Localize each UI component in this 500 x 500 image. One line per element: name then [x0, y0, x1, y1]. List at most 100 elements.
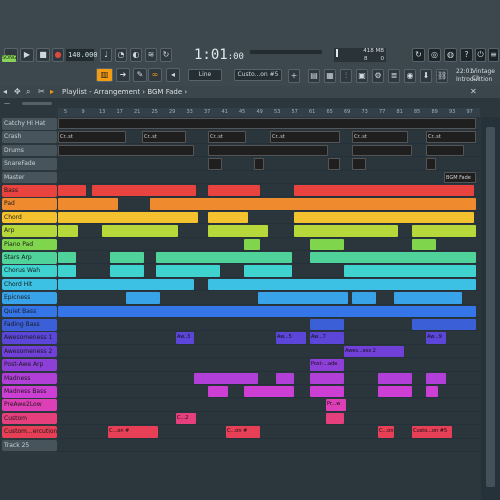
track-lane[interactable] — [58, 210, 480, 225]
track-label[interactable]: Awesomeness 2 — [2, 345, 57, 358]
breadcrumb[interactable]: BGM Fade — [147, 88, 182, 96]
pattern-clip[interactable] — [58, 278, 194, 291]
track-label[interactable]: PreAwe2Low — [2, 399, 57, 411]
record-audio-icon[interactable]: ◉ — [404, 69, 416, 83]
track-lane[interactable] — [58, 291, 480, 305]
browser-icon[interactable]: ▣ — [356, 69, 368, 83]
plus-icon[interactable]: + — [288, 69, 300, 83]
pattern-clip[interactable] — [352, 144, 412, 157]
pattern-clip[interactable] — [244, 372, 258, 384]
playlist-icon[interactable]: ≣ — [388, 69, 400, 83]
track-label[interactable]: Post-Awe Arp — [2, 359, 57, 371]
pattern-clip[interactable] — [378, 372, 412, 384]
pattern-clip[interactable] — [426, 158, 436, 170]
pattern-clip[interactable]: Aw...5 — [276, 332, 306, 344]
track-label[interactable]: Stars Arp — [2, 252, 57, 264]
link-chain-icon[interactable]: ⛓ — [436, 69, 448, 83]
track-label[interactable]: Catchy Hi Hat — [2, 118, 57, 130]
track-label[interactable]: Fading Bass — [2, 319, 57, 331]
track-lane[interactable] — [58, 277, 480, 292]
pattern-clip[interactable] — [102, 225, 178, 237]
pattern-clip[interactable]: Post-...ade — [310, 359, 344, 371]
close-icon[interactable]: ✕ — [470, 87, 477, 96]
pattern-clip[interactable] — [58, 305, 476, 317]
pattern-clip[interactable] — [310, 238, 344, 250]
track-lane[interactable]: Post-...ade — [58, 358, 480, 372]
track-label[interactable]: Epicness — [2, 292, 57, 304]
pattern-selector[interactable]: Custo...on #5 — [234, 69, 282, 81]
pattern-clip[interactable] — [156, 252, 292, 264]
track-label[interactable]: Crash — [2, 131, 57, 143]
pattern-clip[interactable] — [426, 372, 446, 384]
pattern-clip[interactable]: C...2 — [176, 412, 196, 425]
pattern-clip[interactable] — [258, 292, 348, 304]
pattern-clip[interactable] — [344, 265, 476, 277]
pattern-clip[interactable] — [126, 292, 160, 304]
pattern-clip[interactable] — [110, 265, 144, 277]
pattern-clip[interactable] — [378, 386, 412, 398]
track-lane[interactable]: Aw..3 Aw...5 Aw...7 Aw...9 — [58, 331, 480, 345]
track-lane[interactable] — [58, 117, 480, 131]
track-lane[interactable] — [58, 318, 480, 332]
pattern-clip[interactable] — [310, 386, 344, 398]
pattern-clip[interactable]: Awes...ess 2 — [344, 345, 404, 358]
arrow-icon[interactable]: ▸ — [50, 87, 54, 96]
pattern-clip[interactable] — [208, 185, 260, 197]
track-lane[interactable] — [58, 438, 480, 452]
snap-select[interactable]: Line — [188, 69, 222, 81]
pattern-clip[interactable]: Cr..st — [426, 131, 476, 143]
track-lane[interactable] — [58, 197, 480, 211]
pattern-clip[interactable] — [58, 185, 86, 197]
track-label[interactable]: Chord — [2, 211, 57, 224]
slice-icon[interactable]: ✂ — [38, 87, 45, 96]
track-lane[interactable]: BGM Fade — [58, 170, 480, 184]
scrollbar-thumb[interactable] — [486, 127, 495, 487]
piano-roll-icon[interactable]: ▤ — [308, 69, 320, 83]
help-icon[interactable]: ? — [460, 48, 473, 62]
pattern-clip[interactable] — [310, 319, 344, 331]
cd-icon[interactable]: ◎ — [428, 48, 441, 62]
plugin-icon[interactable]: ⚙ — [372, 69, 384, 83]
power-icon[interactable]: ⏻ — [475, 48, 486, 62]
tempo-display[interactable]: 140.000 — [66, 49, 98, 61]
pattern-clip[interactable] — [352, 292, 376, 304]
track-lane[interactable] — [58, 385, 480, 399]
track-label[interactable]: Master — [2, 171, 57, 184]
track-lane[interactable] — [58, 224, 480, 238]
pattern-clip[interactable] — [58, 144, 194, 157]
pattern-clip[interactable] — [208, 225, 268, 237]
pattern-clip[interactable] — [156, 265, 220, 277]
track-label[interactable]: Custom — [2, 412, 57, 425]
track-lane[interactable] — [58, 143, 480, 158]
track-lane[interactable] — [58, 304, 480, 318]
mixer-icon[interactable]: ⫶ — [340, 69, 352, 83]
track-label[interactable]: Custom...ercution — [2, 426, 57, 438]
pattern-clip[interactable]: Cr..st — [208, 131, 246, 143]
pattern-clip[interactable] — [244, 386, 294, 398]
zoom-icon[interactable]: ⌕ — [26, 87, 30, 97]
zoom-out-icon[interactable]: — — [4, 100, 10, 107]
pattern-clip[interactable]: Aw...7 — [310, 332, 344, 344]
tune-icon[interactable]: ◍ — [444, 48, 457, 62]
countdown-icon[interactable]: ◐ — [130, 48, 142, 62]
pattern-clip[interactable] — [58, 225, 78, 237]
stop-button[interactable]: ■ — [36, 48, 50, 62]
track-lane[interactable] — [58, 371, 480, 385]
track-lane[interactable] — [58, 251, 480, 265]
pattern-clip[interactable] — [58, 252, 76, 264]
pattern-clip[interactable] — [412, 238, 436, 250]
track-label[interactable]: Chord Hit — [2, 278, 57, 291]
pattern-clip[interactable] — [294, 211, 474, 224]
track-label[interactable]: Quiet Bass — [2, 305, 57, 318]
loop-record-icon[interactable]: ↻ — [160, 48, 172, 62]
pattern-clip[interactable] — [394, 292, 462, 304]
blend-notes-icon[interactable]: ≋ — [145, 48, 157, 62]
pattern-clip[interactable] — [58, 211, 198, 224]
pattern-clip[interactable] — [328, 158, 340, 170]
song-position-display[interactable]: 1:01:00 — [188, 46, 244, 64]
pattern-clip[interactable] — [412, 319, 476, 331]
track-lane[interactable]: Cr..st Cr..st Cr..st Cr..st Cr..st Cr..st — [58, 130, 480, 144]
arrow-right-icon[interactable]: ➜ — [116, 68, 130, 82]
track-label[interactable]: Madness Bass — [2, 386, 57, 398]
pattern-clip[interactable] — [426, 144, 464, 157]
